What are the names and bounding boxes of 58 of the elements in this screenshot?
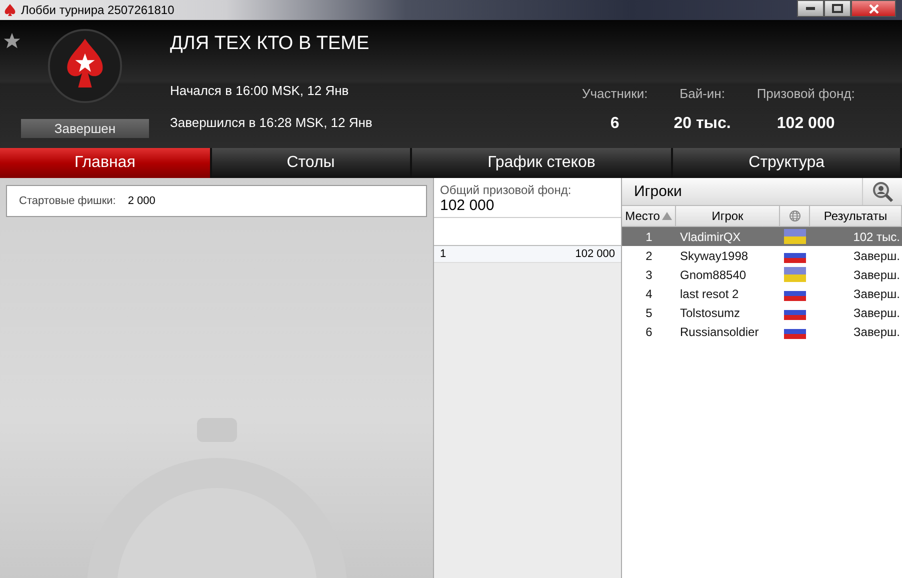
- result-cell-text: Заверш.: [852, 268, 901, 282]
- players-title: Игроки: [633, 183, 683, 200]
- info-value: 2 000: [128, 195, 156, 207]
- column-header[interactable]: Результаты: [810, 206, 902, 226]
- place-cell-text: 1: [644, 230, 654, 244]
- star-icon[interactable]: [3, 32, 21, 50]
- prize-amount: 102 000: [575, 248, 615, 260]
- close-button[interactable]: [851, 0, 896, 17]
- player-name: last resot 2: [679, 286, 740, 300]
- stat-label: Участники:: [582, 86, 648, 101]
- result-cell-text: Заверш.: [852, 306, 901, 320]
- player-row[interactable]: 4 last resot 2 Заверш.: [622, 284, 902, 303]
- window-title: Лобби турнира 2507261810: [21, 3, 174, 17]
- info-label: Стартовые фишки:: [19, 195, 116, 207]
- stat-label: Бай-ин:: [680, 86, 725, 101]
- player-row[interactable]: 2 Skyway1998 Заверш.: [622, 246, 902, 265]
- tab[interactable]: Главная: [0, 148, 212, 178]
- prize-pool-value: 102 000: [440, 197, 496, 214]
- player-row[interactable]: 6 Russiansoldier Заверш.: [622, 322, 902, 341]
- tab[interactable]: График стеков: [412, 148, 674, 178]
- player-row[interactable]: 3 Gnom88540 Заверш.: [622, 265, 902, 284]
- status-label: Завершен: [21, 119, 149, 138]
- prize-pool-label: Общий призовой фонд:: [440, 183, 572, 197]
- result-cell-text: Заверш.: [852, 248, 901, 262]
- tab[interactable]: Структура: [673, 148, 902, 178]
- column-header[interactable]: Место: [622, 206, 676, 226]
- maximize-button[interactable]: [824, 0, 851, 17]
- minimize-button[interactable]: [797, 0, 824, 17]
- player-name: VladimirQX: [679, 230, 742, 244]
- prize-place: 1: [440, 248, 446, 260]
- stat-value: 102 000: [776, 115, 835, 133]
- place-cell-text: 5: [644, 306, 654, 320]
- end-time: Завершился в 16:28 MSK, 12 Янв: [170, 115, 374, 132]
- place-cell-text: 2: [644, 248, 654, 262]
- tab[interactable]: Столы: [212, 148, 412, 178]
- globe-icon[interactable]: [788, 210, 800, 222]
- player-name: Gnom88540: [679, 268, 748, 282]
- player-name: Skyway1998: [679, 248, 750, 262]
- place-cell-text: 4: [644, 286, 654, 300]
- start-time: Начался в 16:00 MSK, 12 Янв: [170, 82, 350, 100]
- stat-value: 20 тыс.: [674, 115, 731, 133]
- stat-value: 6: [610, 115, 620, 133]
- player-row[interactable]: 1 VladimirQX 102 тыс.: [622, 227, 902, 246]
- result-cell-text: Заверш.: [852, 286, 901, 300]
- player-row[interactable]: 5 Tolstosumz Заверш.: [622, 303, 902, 322]
- column-header[interactable]: Игрок: [676, 206, 780, 226]
- place-cell-text: 6: [644, 324, 654, 338]
- place-cell-text: 3: [644, 268, 654, 282]
- result-cell-text: 102 тыс.: [852, 230, 901, 244]
- close-icon: [868, 4, 878, 14]
- player-name: Russiansoldier: [679, 324, 760, 338]
- player-name: Tolstosumz: [679, 306, 742, 320]
- tournament-name: ДЛЯ ТЕХ КТО В ТЕМЕ: [170, 33, 370, 56]
- result-cell-text: Заверш.: [852, 324, 901, 338]
- search-icon: [872, 180, 894, 202]
- spade-icon: [3, 3, 17, 17]
- stat-label: Призовой фонд:: [756, 86, 855, 101]
- spade-logo-icon: [46, 27, 124, 105]
